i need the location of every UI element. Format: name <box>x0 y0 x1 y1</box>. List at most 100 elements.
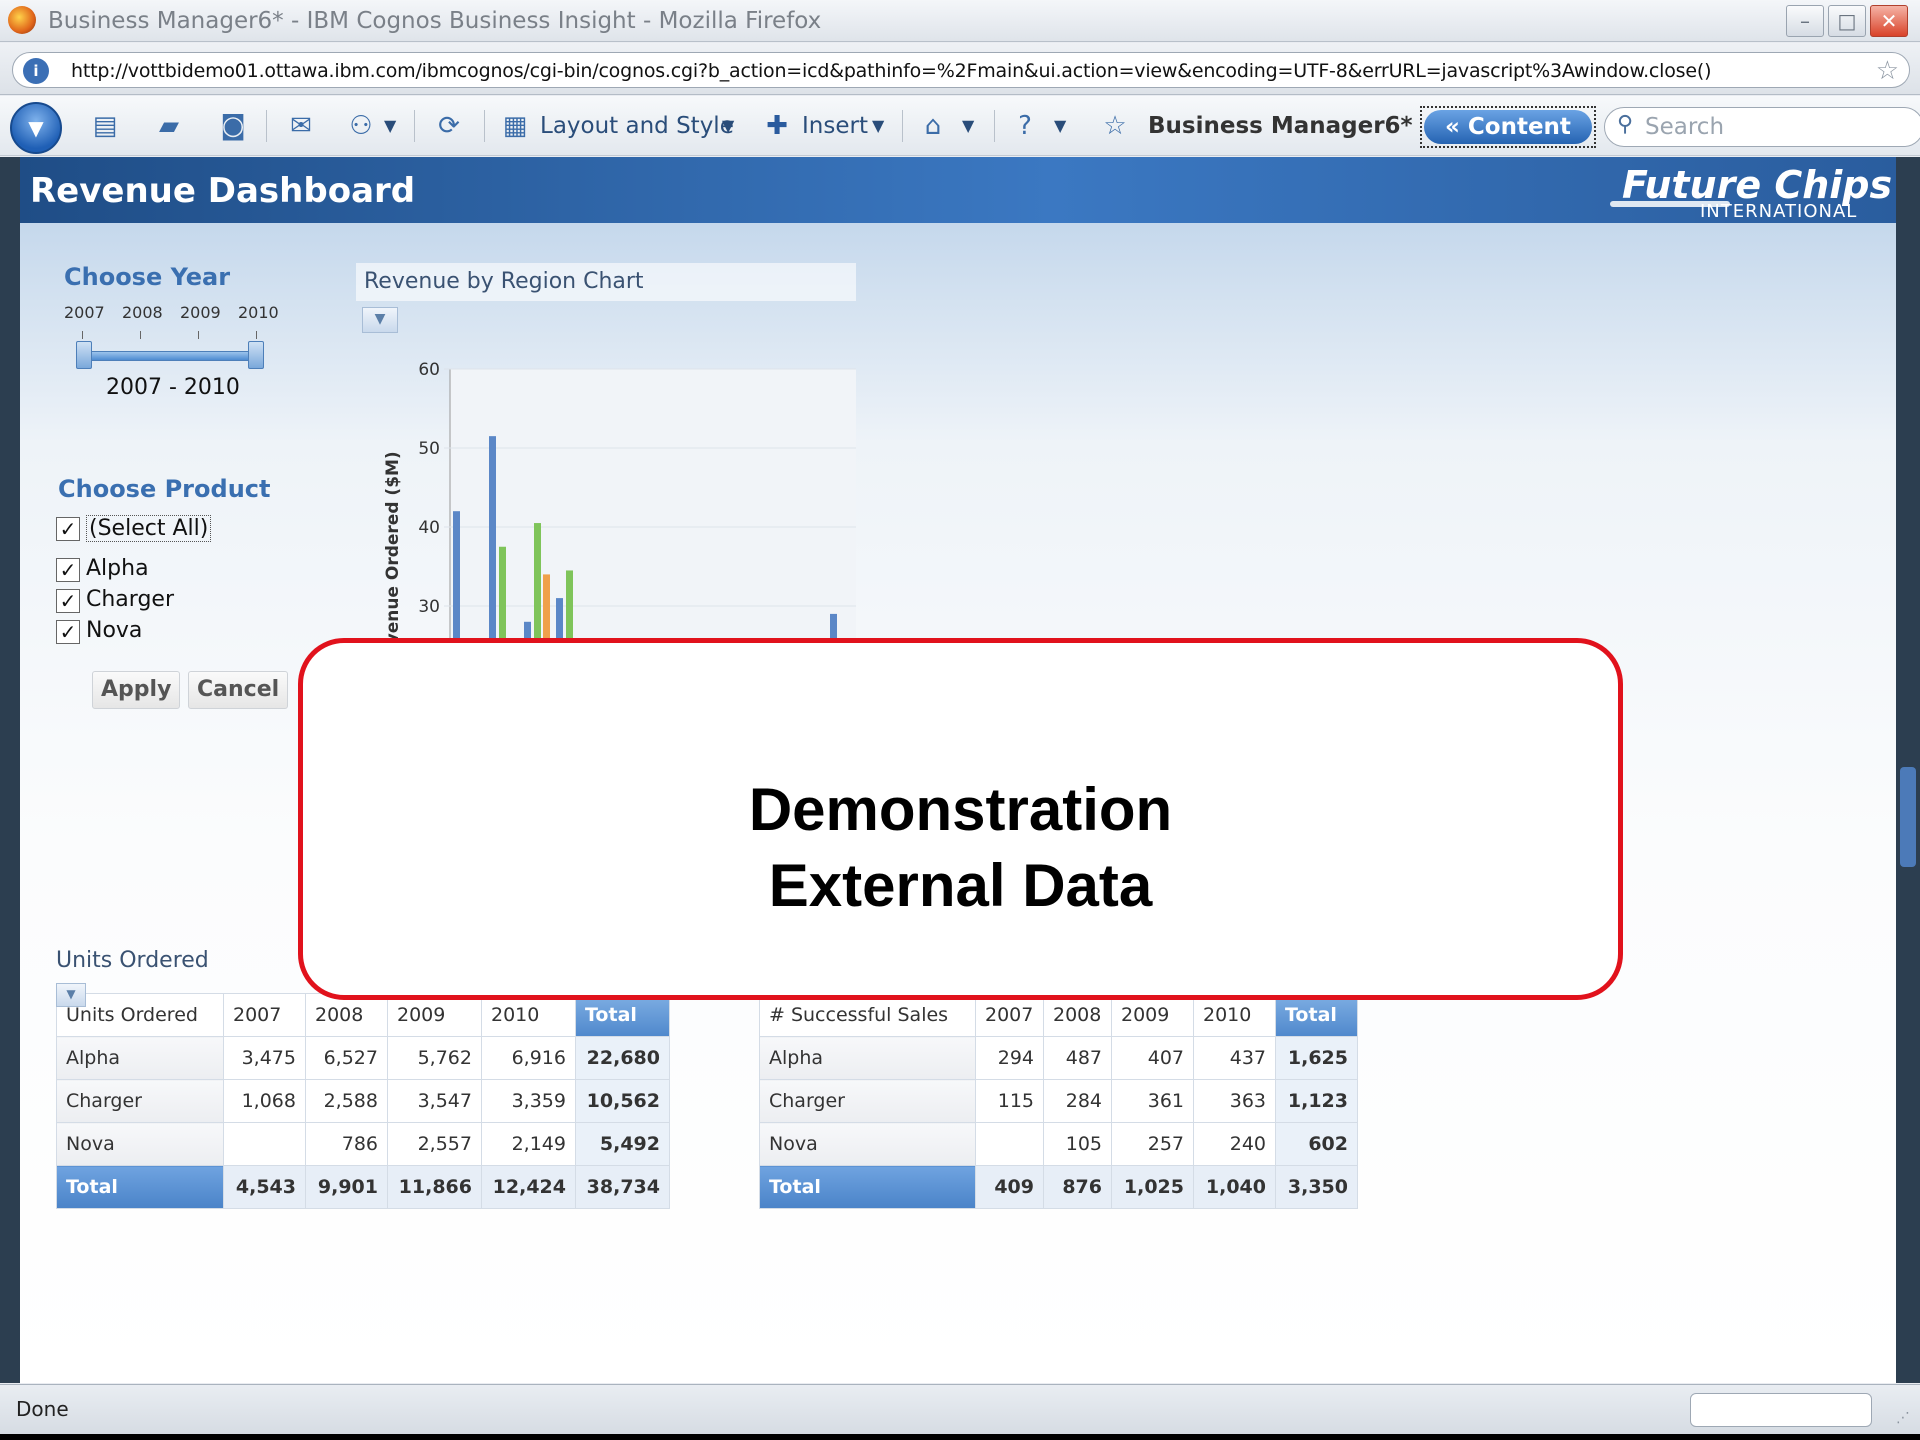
successful-sales-table: # Successful Sales 2007 2008 2009 2010 T… <box>759 993 1358 1209</box>
table-cell: 284 <box>1043 1079 1112 1123</box>
status-text: Done <box>16 1397 69 1421</box>
app-menu-button[interactable]: ▼ <box>10 102 62 154</box>
overlay-title-line1: Demonstration <box>748 776 1173 843</box>
firefox-window: Business Manager6* - IBM Cognos Business… <box>0 0 1920 1440</box>
email-icon[interactable]: ✉ <box>284 110 318 142</box>
screen-bottom-edge <box>0 1434 1920 1440</box>
cognos-toolbar: ▼ ▤ ▰ ◙ ✉ ⚇ ▼ ⟳ ▦ Layout and Style ▼ ✚ I… <box>0 96 1920 156</box>
year-tick-label: 2007 <box>64 303 105 322</box>
checkbox[interactable]: ✓ <box>56 589 80 613</box>
chart-y-tick-label: 40 <box>418 518 440 538</box>
logo-sub-text: INTERNATIONAL <box>1700 201 1858 222</box>
units-table-filter-icon[interactable]: ▼ <box>56 983 86 1007</box>
checkbox[interactable]: ✓ <box>56 558 80 582</box>
dashboard-right-scrollbar[interactable] <box>1896 157 1920 1383</box>
year-range-value: 2007 - 2010 <box>106 375 240 400</box>
toolbar-separator <box>266 110 267 142</box>
new-workspace-icon[interactable]: ▤ <box>88 110 122 142</box>
chart-filter-icon[interactable]: ▼ <box>362 307 398 333</box>
table-cell: 5,762 <box>387 1036 482 1080</box>
search-input[interactable] <box>1645 112 1905 142</box>
checkbox-label: Charger <box>86 587 174 612</box>
minimize-button[interactable]: – <box>1786 5 1824 37</box>
maximize-button[interactable]: □ <box>1828 5 1866 37</box>
table-cell: 1,068 <box>223 1079 306 1123</box>
checkbox[interactable]: ✓ <box>56 517 80 541</box>
table-cell: 115 <box>975 1079 1044 1123</box>
open-folder-icon[interactable]: ▰ <box>152 110 186 142</box>
choose-product-label: Choose Product <box>58 475 271 503</box>
table-cell: 3,359 <box>481 1079 576 1123</box>
table-cell-total: 4,543 <box>223 1165 306 1209</box>
checkbox[interactable]: ✓ <box>56 620 80 644</box>
table-cell: 437 <box>1193 1036 1276 1080</box>
table-cell-total: 602 <box>1275 1122 1358 1166</box>
help-icon[interactable]: ? <box>1008 110 1042 142</box>
table-cell-total: 12,424 <box>481 1165 576 1209</box>
collapse-panel-tab[interactable] <box>1900 767 1916 867</box>
table-cell-total: 876 <box>1043 1165 1112 1209</box>
content-pane-button[interactable]: « Content <box>1420 106 1596 148</box>
table-cell: 363 <box>1193 1079 1276 1123</box>
chart-y-tick-label: 30 <box>418 597 440 617</box>
url-field[interactable]: i http://vottbidemo01.ottawa.ibm.com/ibm… <box>12 52 1910 88</box>
layout-icon[interactable]: ▦ <box>498 110 532 142</box>
address-bar: i http://vottbidemo01.ottawa.ibm.com/ibm… <box>0 43 1920 95</box>
toolbar-separator <box>902 110 903 142</box>
chevron-down-icon[interactable]: ▼ <box>962 110 974 142</box>
layout-and-style-menu[interactable]: Layout and Style <box>540 110 734 142</box>
url-text[interactable]: http://vottbidemo01.ottawa.ibm.com/ibmco… <box>71 60 1711 82</box>
share-icon[interactable]: ⚇ <box>344 110 378 142</box>
chevron-down-icon[interactable]: ▼ <box>1054 110 1066 142</box>
site-identity-icon[interactable]: i <box>23 58 49 84</box>
table-row: Nova 786 2,557 2,149 5,492 <box>56 1122 670 1166</box>
table-total-row: Total 4,543 9,901 11,866 12,424 38,734 <box>56 1165 670 1209</box>
checkbox-label: Alpha <box>86 556 149 581</box>
chevron-down-icon[interactable]: ▼ <box>872 110 884 142</box>
table-row: Charger 1,068 2,588 3,547 3,359 10,562 <box>56 1079 670 1123</box>
favorite-star-icon[interactable]: ☆ <box>1098 110 1132 142</box>
year-tick-label: 2010 <box>238 303 279 322</box>
table-cell <box>223 1122 306 1166</box>
table-cell-grand-total: 38,734 <box>575 1165 670 1209</box>
checkbox-label: (Select All) <box>86 515 212 542</box>
refresh-icon[interactable]: ⟳ <box>432 110 466 142</box>
table-cell: 487 <box>1043 1036 1112 1080</box>
search-box[interactable]: ⚲ <box>1604 107 1920 147</box>
row-header: Charger <box>759 1079 976 1123</box>
content-button-label: « Content <box>1424 110 1592 144</box>
save-icon[interactable]: ◙ <box>216 110 250 142</box>
close-button[interactable]: ✕ <box>1870 5 1908 37</box>
resize-grip-icon[interactable]: ⋰ <box>1896 1410 1916 1430</box>
table-cell <box>975 1122 1044 1166</box>
apply-button[interactable]: Apply <box>92 671 181 709</box>
year-slider-end-handle[interactable] <box>248 341 264 369</box>
year-slider-start-handle[interactable] <box>76 341 92 369</box>
chart-y-tick-label: 50 <box>418 439 440 459</box>
toolbar-separator <box>994 110 995 142</box>
bookmark-star-icon[interactable]: ☆ <box>1876 56 1899 86</box>
chevron-down-icon[interactable]: ▼ <box>384 110 396 142</box>
table-cell-total: 1,025 <box>1111 1165 1194 1209</box>
home-icon[interactable]: ⌂ <box>916 110 950 142</box>
year-range-slider[interactable] <box>86 351 262 361</box>
table-cell: 2,557 <box>387 1122 482 1166</box>
workspace-name: Business Manager6* <box>1148 113 1413 139</box>
insert-menu[interactable]: Insert <box>802 110 868 142</box>
cancel-button[interactable]: Cancel <box>188 671 289 709</box>
dashboard-header: Revenue Dashboard Future Chips INTERNATI… <box>20 157 1896 223</box>
table-cell-total: 10,562 <box>575 1079 670 1123</box>
units-ordered-title: Units Ordered <box>56 948 209 973</box>
dashboard-title: Revenue Dashboard <box>30 171 416 211</box>
row-header: Alpha <box>759 1036 976 1080</box>
checkbox-label: Nova <box>86 618 143 643</box>
units-ordered-table: Units Ordered 2007 2008 2009 2010 Total … <box>56 993 670 1209</box>
row-header: Nova <box>759 1122 976 1166</box>
table-row: Charger 115 284 361 363 1,123 <box>759 1079 1358 1123</box>
chevron-down-icon[interactable]: ▼ <box>722 110 734 142</box>
insert-plus-icon[interactable]: ✚ <box>760 110 794 142</box>
chart-y-axis-label: Revenue Ordered ($M) <box>383 451 403 669</box>
search-icon[interactable]: ⚲ <box>1617 112 1633 137</box>
row-header-total: Total <box>759 1165 976 1209</box>
window-title-bar: Business Manager6* - IBM Cognos Business… <box>0 0 1920 42</box>
